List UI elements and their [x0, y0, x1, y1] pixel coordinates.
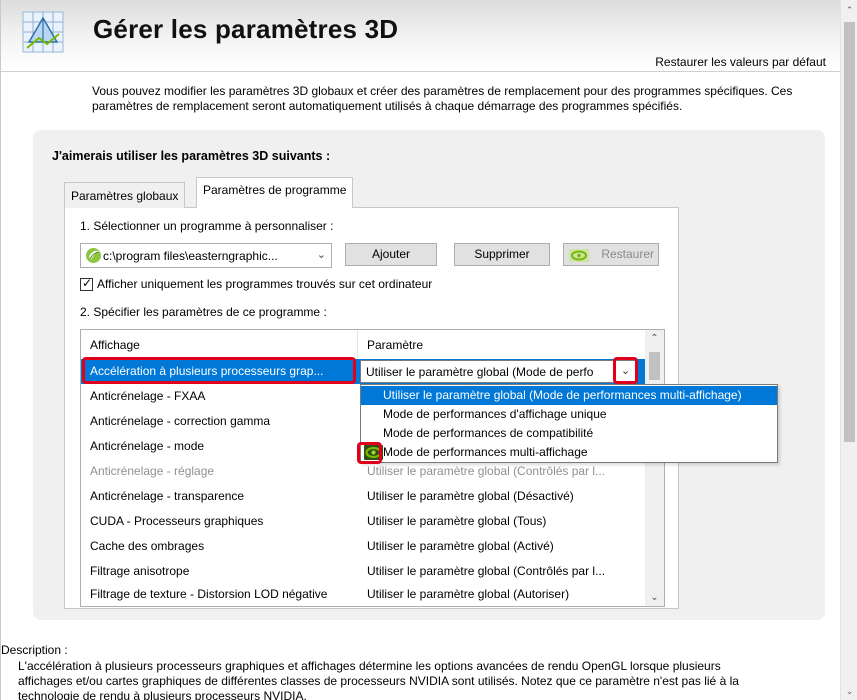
- description-text: L'accélération à plusieurs processeurs g…: [18, 659, 739, 700]
- setting-combobox[interactable]: Utiliser le paramètre global (Mode de pe…: [360, 360, 636, 383]
- setting-value: Utiliser le paramètre global (Désactivé): [367, 489, 574, 503]
- setting-value: Utiliser le paramètre global (Tous): [367, 514, 547, 528]
- page-title: Gérer les paramètres 3D: [93, 14, 399, 44]
- feature-name: Anticrénelage - transparence: [90, 489, 245, 503]
- feature-name: Anticrénelage - réglage: [90, 464, 215, 478]
- table-row[interactable]: Filtrage anisotrope Utiliser le paramètr…: [81, 559, 645, 584]
- remove-button[interactable]: Supprimer: [454, 243, 550, 266]
- feature-name: Filtrage de texture - Distorsion LOD nég…: [90, 587, 328, 601]
- dropdown-option[interactable]: Utiliser le paramètre global (Mode de pe…: [361, 386, 777, 405]
- setting-value: Utiliser le paramètre global (Activé): [367, 539, 554, 553]
- step2-label: 2. Spécifier les paramètres de ce progra…: [80, 305, 327, 319]
- nvidia-logo-icon: [569, 248, 589, 262]
- feature-name: Cache des ombrages: [90, 539, 205, 553]
- table-row[interactable]: Anticrénelage - transparence Utiliser le…: [81, 484, 645, 509]
- dropdown-option-label: Mode de performances multi-affichage: [383, 445, 588, 459]
- scroll-up-icon[interactable]: ⌃: [645, 333, 664, 344]
- intro-text: Vous pouvez modifier les paramètres 3D g…: [92, 84, 793, 113]
- setting-value: Utiliser le paramètre global (Autoriser): [367, 587, 570, 601]
- restore-button-label: Restaurer: [601, 247, 654, 261]
- feature-name: Anticrénelage - FXAA: [90, 389, 206, 403]
- tab-global-settings[interactable]: Paramètres globaux: [64, 182, 186, 208]
- setting-value: Utiliser le paramètre global (Contrôlés …: [367, 464, 606, 478]
- column-header-feature[interactable]: Affichage: [90, 338, 140, 352]
- filter-checkbox-label: Afficher uniquement les programmes trouv…: [97, 277, 433, 291]
- table-row[interactable]: CUDA - Processeurs graphiques Utiliser l…: [81, 509, 645, 534]
- settings-table[interactable]: Affichage Paramètre Accélération à plusi…: [80, 329, 665, 607]
- setting-value: Utiliser le paramètre global (Contrôlés …: [367, 564, 606, 578]
- page-header: Gérer les paramètres 3D Restaurer les va…: [1, 0, 840, 72]
- scroll-down-icon[interactable]: ⌄: [841, 683, 857, 700]
- add-button[interactable]: Ajouter: [345, 243, 437, 266]
- scroll-thumb[interactable]: [844, 22, 855, 442]
- column-divider: [357, 330, 358, 358]
- table-row[interactable]: Accélération à plusieurs processeurs gra…: [81, 359, 645, 384]
- setting-dropdown-list[interactable]: Utiliser le paramètre global (Mode de pe…: [360, 384, 778, 463]
- feature-name: CUDA - Processeurs graphiques: [90, 514, 264, 528]
- step1-label: 1. Sélectionner un programme à personnal…: [80, 219, 334, 233]
- chevron-down-icon[interactable]: ⌄: [615, 361, 635, 382]
- program-select[interactable]: c:\program files\easterngraphic... ⌄: [80, 243, 332, 268]
- dropdown-option[interactable]: Mode de performances d'affichage unique: [361, 405, 777, 424]
- scroll-down-icon[interactable]: ⌄: [645, 592, 664, 603]
- feature-name: Filtrage anisotrope: [90, 564, 190, 578]
- table-row[interactable]: Cache des ombrages Utiliser le paramètre…: [81, 534, 645, 559]
- checkmark-icon: ✓: [82, 276, 93, 290]
- scroll-thumb[interactable]: [649, 352, 660, 380]
- column-header-setting[interactable]: Paramètre: [367, 338, 423, 352]
- page-scrollbar[interactable]: ⌃ ⌄: [840, 0, 857, 700]
- table-row[interactable]: Filtrage de texture - Distorsion LOD nég…: [81, 582, 645, 606]
- restore-defaults-link[interactable]: Restaurer les valeurs par défaut: [655, 55, 826, 69]
- tab-program-settings[interactable]: Paramètres de programme: [196, 177, 354, 208]
- scroll-up-icon[interactable]: ⌃: [841, 2, 857, 19]
- feature-name: Accélération à plusieurs processeurs gra…: [90, 364, 324, 378]
- nvidia-3d-settings-icon: [19, 8, 67, 56]
- program-icon: [85, 247, 102, 264]
- program-select-value: c:\program files\easterngraphic...: [103, 249, 278, 263]
- table-scrollbar[interactable]: ⌃ ⌄: [645, 330, 664, 606]
- restore-button[interactable]: Restaurer: [563, 243, 659, 266]
- chevron-down-icon: ⌄: [316, 249, 326, 261]
- feature-name: Anticrénelage - mode: [90, 439, 205, 453]
- setting-combobox-value: Utiliser le paramètre global (Mode de pe…: [366, 365, 594, 379]
- dropdown-option-recommended[interactable]: Mode de performances multi-affichage: [361, 443, 777, 462]
- nvidia-recommended-icon: [364, 445, 383, 460]
- panel-title: J'aimerais utiliser les paramètres 3D su…: [52, 149, 331, 163]
- dropdown-option[interactable]: Mode de performances de compatibilité: [361, 424, 777, 443]
- table-header: Affichage Paramètre: [81, 330, 664, 358]
- feature-name: Anticrénelage - correction gamma: [90, 414, 271, 428]
- description-label: Description :: [1, 643, 68, 657]
- filter-checkbox[interactable]: ✓: [80, 276, 93, 291]
